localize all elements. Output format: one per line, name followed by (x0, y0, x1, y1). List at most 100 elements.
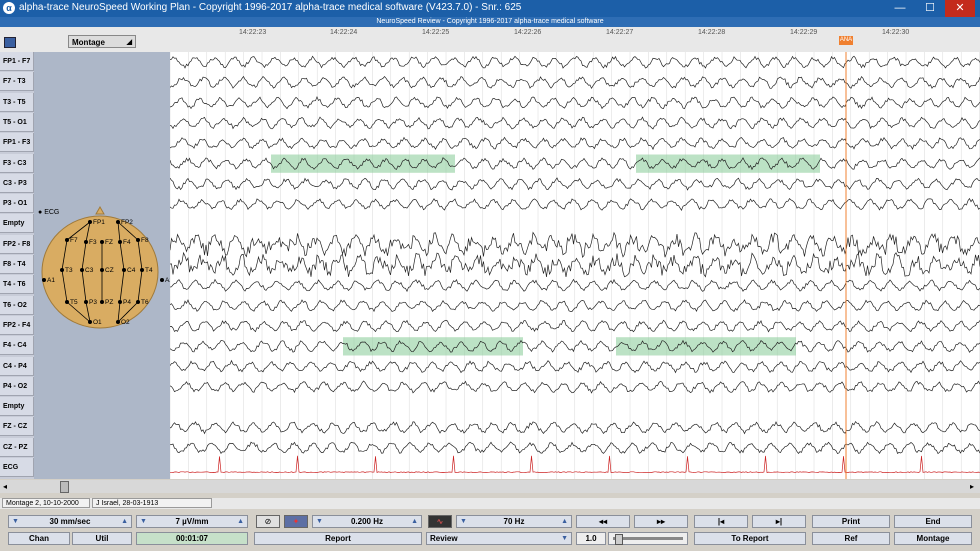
scroll-right-icon[interactable]: ▸ (970, 480, 974, 493)
channel-label[interactable]: FP1 - F7 (0, 52, 34, 71)
channel-label[interactable]: P3 - O1 (0, 194, 34, 214)
electrode-dot[interactable] (42, 278, 46, 282)
high-filter-control[interactable]: ▼ 70 Hz ▲ (456, 515, 572, 528)
electrode-label: T3 (65, 267, 73, 274)
channel-label[interactable]: F7 - T3 (0, 72, 34, 92)
to-report-button[interactable]: To Report (694, 532, 806, 545)
time-tick-label: 14:22:24 (330, 29, 358, 36)
channel-label[interactable]: P4 - O2 (0, 376, 34, 396)
channel-label[interactable]: T3 - T5 (0, 92, 34, 112)
channel-label[interactable]: FZ - CZ (0, 417, 34, 437)
montage-info: Montage 2, 10-10-2000 (2, 498, 90, 508)
channel-label[interactable]: F4 - C4 (0, 336, 34, 356)
channel-label[interactable]: CZ - PZ (0, 437, 34, 457)
minimize-button[interactable]: — (885, 0, 915, 17)
electrode-dot[interactable] (65, 238, 69, 242)
channel-label[interactable]: T4 - T6 (0, 275, 34, 295)
review-title: NeuroSpeed Review - Copyright 1996-2017 … (0, 17, 980, 27)
time-scrollbar[interactable]: ◂ ▸ (0, 480, 980, 493)
scroll-left-icon[interactable]: ◂ (3, 480, 7, 493)
time-tick-label: 14:22:26 (514, 29, 542, 36)
electrode-label: F7 (70, 237, 78, 244)
electrode-dot[interactable] (100, 268, 104, 272)
channel-label[interactable]: Empty (0, 214, 34, 234)
channel-label[interactable]: C3 - P3 (0, 173, 34, 193)
electrode-dot[interactable] (160, 278, 164, 282)
scrollbar-thumb[interactable] (60, 481, 69, 493)
electrode-label: C4 (127, 267, 136, 274)
chevron-up-icon: ▲ (237, 518, 244, 525)
chevron-up-icon: ▲ (121, 518, 128, 525)
close-button[interactable]: ✕ (945, 0, 975, 17)
event-annotation[interactable] (636, 154, 820, 173)
montage-dropdown[interactable]: Montage ◢ (68, 35, 136, 48)
notch-filter-icon[interactable]: ✦ (284, 515, 308, 528)
electrode-label: T4 (145, 267, 153, 274)
channel-label[interactable]: FP1 - F3 (0, 133, 34, 153)
util-button[interactable]: Util (72, 532, 132, 545)
elapsed-time-display: 00:01:07 (136, 532, 248, 545)
channel-label[interactable]: C4 - P4 (0, 356, 34, 376)
channel-label[interactable]: Empty (0, 397, 34, 417)
print-button[interactable]: Print (812, 515, 890, 528)
chevron-down-icon: ◢ (126, 39, 132, 46)
electrode-dot[interactable] (65, 300, 69, 304)
time-tick-label: 14:22:29 (790, 29, 818, 36)
fast-forward-button[interactable]: ▸▸ (634, 515, 688, 528)
ref-button[interactable]: Ref (812, 532, 890, 545)
electrode-dot[interactable] (84, 240, 88, 244)
electrode-dot[interactable] (60, 268, 64, 272)
end-button[interactable]: End (894, 515, 972, 528)
eeg-display[interactable] (169, 52, 980, 479)
electrode-dot[interactable] (116, 220, 120, 224)
status-bar: Montage 2, 10-10-2000 J Israel, 28-03-19… (0, 498, 980, 509)
electrode-label: F4 (123, 239, 131, 246)
chevron-up-icon: ▲ (411, 518, 418, 525)
playback-speed-slider[interactable] (608, 532, 688, 545)
channel-label[interactable]: F3 - C3 (0, 153, 34, 173)
prev-page-button[interactable]: |◂ (694, 515, 748, 528)
electrode-dot[interactable] (136, 238, 140, 242)
electrode-dot[interactable] (136, 300, 140, 304)
electrode-dot[interactable] (84, 300, 88, 304)
rewind-button[interactable]: ◂◂ (576, 515, 630, 528)
channel-label[interactable]: T5 - O1 (0, 112, 34, 132)
electrode-dot[interactable] (122, 268, 126, 272)
channel-label[interactable]: FP2 - F4 (0, 315, 34, 335)
electrode-dot[interactable] (140, 268, 144, 272)
channel-label[interactable]: T6 - O2 (0, 295, 34, 315)
electrode-dot[interactable] (100, 300, 104, 304)
maximize-button[interactable]: ☐ (915, 0, 945, 17)
electrode-dot[interactable] (118, 240, 122, 244)
electrode-label: T6 (141, 299, 149, 306)
low-filter-control[interactable]: ▼ 0.200 Hz ▲ (312, 515, 422, 528)
chevron-down-icon: ▼ (316, 518, 323, 525)
electrode-dot[interactable] (88, 320, 92, 324)
ana-marker[interactable]: ANA (839, 36, 853, 45)
channel-label[interactable]: ECG (0, 458, 34, 477)
electrode-label: O1 (93, 319, 102, 326)
sensitivity-control[interactable]: ▼ 7 µV/mm ▲ (136, 515, 248, 528)
electrode-dot[interactable] (116, 320, 120, 324)
chan-button[interactable]: Chan (8, 532, 70, 545)
electrode-dot[interactable] (80, 268, 84, 272)
slider-track (613, 537, 683, 540)
filter-toggle-icon[interactable]: ⊘ (256, 515, 280, 528)
report-button[interactable]: Report (254, 532, 422, 545)
speed-control[interactable]: ▼ 30 mm/sec ▲ (8, 515, 132, 528)
electrode-dot[interactable] (100, 240, 104, 244)
time-tick-label: 14:22:25 (422, 29, 450, 36)
electrode-dot[interactable] (88, 220, 92, 224)
next-page-button[interactable]: ▸| (752, 515, 806, 528)
montage-button[interactable]: Montage (894, 532, 972, 545)
event-annotation[interactable] (616, 337, 796, 356)
review-dropdown[interactable]: Review ▼ (426, 532, 572, 545)
app-icon: α (3, 2, 15, 14)
waveform-icon[interactable]: ∿ (428, 515, 452, 528)
slider-thumb[interactable] (615, 534, 623, 545)
settings-icon[interactable] (4, 37, 16, 48)
channel-label[interactable]: F8 - T4 (0, 255, 34, 274)
channel-label[interactable]: FP2 - F8 (0, 234, 34, 254)
electrode-dot[interactable] (118, 300, 122, 304)
electrode-label: F3 (89, 239, 97, 246)
